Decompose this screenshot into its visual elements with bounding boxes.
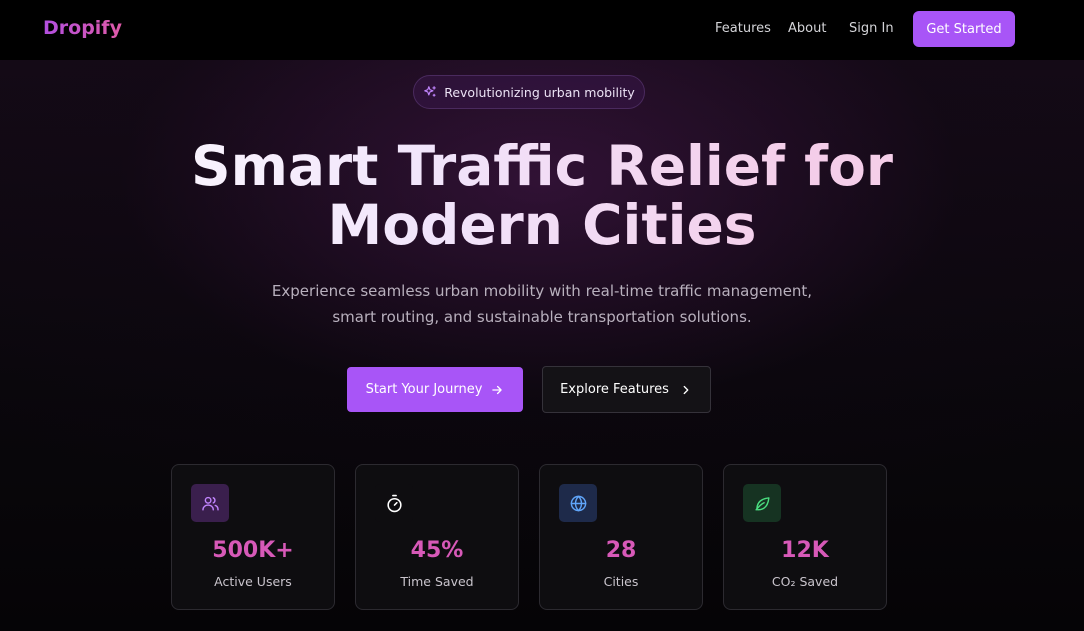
get-started-button[interactable]: Get Started bbox=[913, 11, 1015, 47]
start-journey-label: Start Your Journey bbox=[365, 382, 483, 397]
users-icon bbox=[201, 496, 219, 511]
subtitle-line-2: smart routing, and sustainable transport… bbox=[332, 308, 752, 326]
chevron-right-icon bbox=[683, 385, 689, 394]
brand-logo[interactable]: Dropify bbox=[43, 17, 122, 39]
sparkles-icon bbox=[424, 86, 437, 97]
stat-card-time: 45% Time Saved bbox=[355, 464, 519, 610]
stat-label: Time Saved bbox=[400, 574, 474, 589]
hero-subtitle: Experience seamless urban mobility with … bbox=[262, 278, 822, 330]
explore-features-label: Explore Features bbox=[560, 382, 669, 397]
stat-card-users: 500K+ Active Users bbox=[171, 464, 335, 610]
top-navbar: Dropify Features About Sign In Get Start… bbox=[0, 0, 1084, 60]
leaf-icon bbox=[754, 496, 770, 511]
stat-label: Cities bbox=[603, 574, 639, 589]
stat-label: CO₂ Saved bbox=[771, 574, 839, 589]
globe-icon bbox=[570, 495, 586, 511]
nav-link-sign-in[interactable]: Sign In bbox=[849, 21, 894, 36]
stat-icon-wrap bbox=[559, 484, 597, 522]
explore-features-button[interactable]: Explore Features bbox=[542, 366, 711, 413]
stat-card-co2: 12K CO₂ Saved bbox=[723, 464, 887, 610]
stat-icon-wrap bbox=[191, 484, 229, 522]
headline-line-2: Modern Cities bbox=[327, 193, 757, 257]
badge-text: Revolutionizing urban mobility bbox=[444, 84, 635, 100]
subtitle-line-1: Experience seamless urban mobility with … bbox=[271, 282, 813, 300]
start-journey-button[interactable]: Start Your Journey bbox=[347, 367, 523, 412]
stat-label: Active Users bbox=[214, 574, 292, 589]
headline-line-1: Smart Traffic Relief for bbox=[191, 134, 893, 198]
stat-card-cities: 28 Cities bbox=[539, 464, 703, 610]
nav-link-about[interactable]: About bbox=[788, 21, 826, 36]
stat-icon-wrap bbox=[375, 484, 413, 522]
stat-value: 28 bbox=[605, 538, 637, 563]
stat-value: 12K bbox=[781, 538, 829, 563]
hero-headline: Smart Traffic Relief for Modern Cities bbox=[0, 137, 1084, 255]
stat-value: 500K+ bbox=[212, 538, 294, 563]
timer-icon bbox=[386, 494, 402, 512]
nav-link-features[interactable]: Features bbox=[715, 21, 771, 36]
arrow-right-icon bbox=[492, 385, 503, 394]
stat-value: 45% bbox=[410, 538, 464, 563]
stat-icon-wrap bbox=[743, 484, 781, 522]
announcement-badge: Revolutionizing urban mobility bbox=[413, 75, 645, 109]
